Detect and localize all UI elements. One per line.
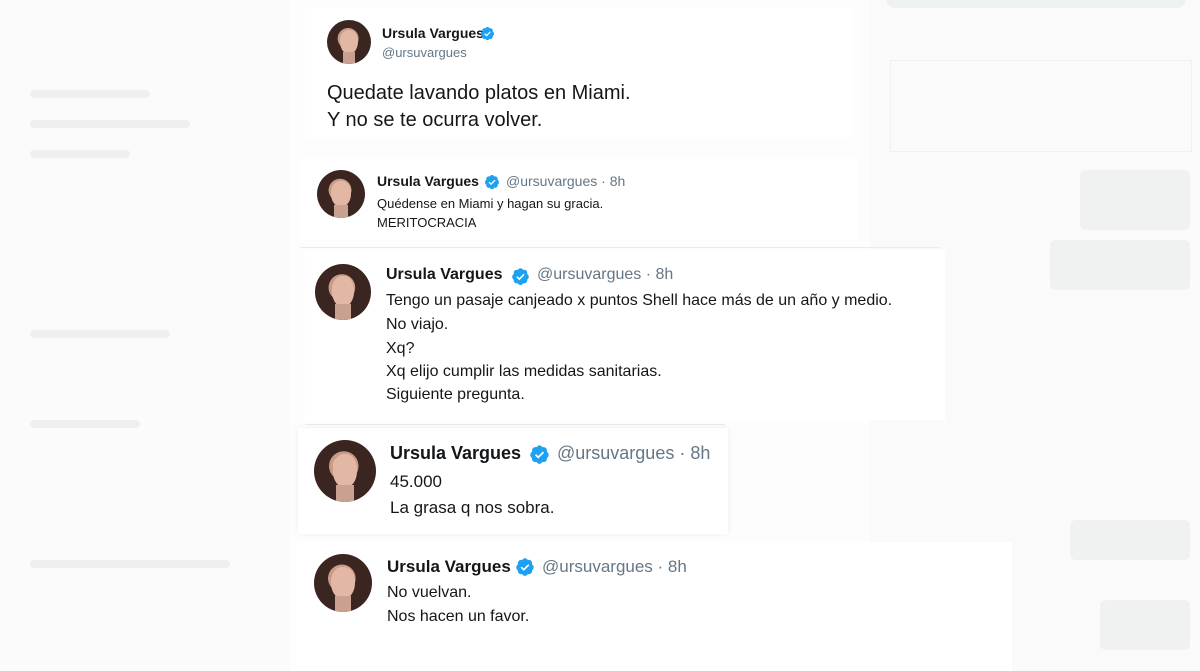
tweet-author-name[interactable]: Ursula Vargues <box>390 443 521 464</box>
verified-badge-icon <box>516 558 534 576</box>
tweet-text-line: 45.000 <box>390 472 442 491</box>
tweet-author-name[interactable]: Ursula Vargues <box>377 173 479 189</box>
tweet-text-line: Y no se te ocurra volver. <box>327 109 543 131</box>
verified-badge-icon <box>480 26 495 41</box>
divider <box>300 247 940 248</box>
tweet-handle-time[interactable]: @ursuvargues · 8h <box>557 443 710 464</box>
tweet-handle[interactable]: @ursuvargues <box>382 45 467 60</box>
tweet-handle-time[interactable]: @ursuvargues · 8h <box>506 173 625 189</box>
tweet-author-name[interactable]: Ursula Vargues <box>386 266 503 284</box>
tweet-author-name[interactable]: Ursula Vargues <box>387 557 511 577</box>
tweet-card-1[interactable]: Ursula Vargues @ursuvargues Quedate lava… <box>305 8 853 138</box>
avatar[interactable] <box>314 440 376 502</box>
avatar[interactable] <box>317 170 365 218</box>
tweet-author-name[interactable]: Ursula Vargues <box>382 25 484 41</box>
tweet-text-line: Quédense en Miami y hagan su gracia. <box>377 196 604 211</box>
tweet-handle-time[interactable]: @ursuvargues · 8h <box>537 266 673 284</box>
verified-badge-icon <box>530 445 549 464</box>
avatar[interactable] <box>327 20 371 64</box>
tweet-card-5[interactable]: Ursula Vargues @ursuvargues · 8h No vuel… <box>296 542 1012 671</box>
tweet-card-2[interactable]: Ursula Vargues @ursuvargues · 8h Quédens… <box>300 158 858 240</box>
tweet-card-4[interactable]: Ursula Vargues @ursuvargues · 8h 45.000 … <box>298 428 728 534</box>
verified-badge-icon <box>485 175 499 190</box>
tweet-text-line: Xq? <box>386 340 415 357</box>
divider <box>305 424 725 425</box>
tweet-card-3[interactable]: Ursula Vargues @ursuvargues · 8h Tengo u… <box>305 250 945 420</box>
background-left-panel <box>0 0 290 671</box>
tweet-text-line: No vuelvan. <box>387 584 472 601</box>
avatar[interactable] <box>314 554 372 612</box>
tweet-text-line: Xq elijo cumplir las medidas sanitarias. <box>386 363 662 380</box>
tweet-text-line: No viajo. <box>386 316 449 333</box>
tweet-text-line: La grasa q nos sobra. <box>390 498 555 517</box>
tweet-text-line: Siguiente pregunta. <box>386 386 525 403</box>
avatar[interactable] <box>315 264 371 320</box>
verified-badge-icon <box>512 268 529 285</box>
tweet-text-line: MERITOCRACIA <box>377 215 477 230</box>
tweet-text-line: Tengo un pasaje canjeado x puntos Shell … <box>386 292 893 309</box>
tweet-text-line: Nos hacen un favor. <box>387 608 530 625</box>
tweet-text-line: Quedate lavando platos en Miami. <box>327 82 631 104</box>
tweet-handle-time[interactable]: @ursuvargues · 8h <box>542 557 687 577</box>
